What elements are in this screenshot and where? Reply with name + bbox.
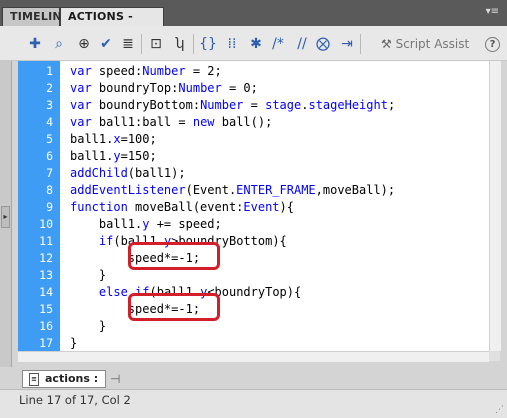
code-text: addEventListener(Event.ENTER_FRAME,moveB… [70,183,396,197]
collapse-selection-icon[interactable]: ⁞⁞ [223,35,241,53]
code-line[interactable]: 12 speed*=-1; [18,250,500,267]
line-number: 8 [46,183,53,197]
pin-script-icon[interactable]: ⊣ [110,372,120,386]
toolbar-divider [360,34,361,54]
line-number: 11 [39,234,53,248]
code-text: addChild(ball1); [70,166,186,180]
script-tab-bar: ≡ actions : 1 ⊣ [0,367,507,401]
code-text: } [70,319,107,333]
tab-timeline[interactable]: TIMELINE [2,7,69,26]
code-text: ball1.y=150; [70,149,157,163]
code-text: } [70,336,78,350]
line-number: 6 [46,149,53,163]
highlight-box-line-12 [128,242,220,270]
line-number: 16 [39,319,53,333]
actions-toolbar: ✚ ⌕ ⊕ ✔ ≣ ⊡ ʮ {} ⁞⁞ ✱ /* // ⨂ ⇥ ⚒ Script… [0,26,507,61]
expand-all-icon[interactable]: ✱ [247,35,265,53]
code-text: ball1.y += speed; [70,217,222,231]
scrollbar-corner [489,351,500,361]
toolbar-divider [141,34,142,54]
show-code-hint-icon[interactable]: ⊡ [147,35,165,53]
check-syntax-icon[interactable]: ✔ [97,35,115,53]
script-assist-button[interactable]: ⚒ Script Assist [381,34,469,54]
code-text: var boundryTop:Number = 0; [70,81,258,95]
code-text: } [70,268,107,282]
line-number: 5 [46,132,53,146]
collapse-between-braces-icon[interactable]: {} [199,35,217,53]
highlight-box-line-15 [128,293,220,321]
panel-tab-strip: TIMELINE ACTIONS - FRAME ▾≡ [0,0,507,41]
debug-options-icon[interactable]: ʮ [171,35,189,53]
script-tab-actions-1[interactable]: ≡ actions : 1 [22,370,106,401]
line-number: 17 [39,336,53,350]
auto-format-icon[interactable]: ≣ [119,35,137,53]
find-icon[interactable]: ⌕ [50,35,68,53]
code-line[interactable]: 15 speed*=-1; [18,301,500,318]
help-icon[interactable]: ? [485,37,500,52]
line-number: 14 [39,285,53,299]
script-assist-wand-icon: ⚒ [381,37,396,51]
code-line[interactable]: 11 if(ball1.y>boundryBottom){ [18,233,500,250]
code-editor[interactable]: 1 var speed:Number = 2; 2 var boundryTop:Nu… [18,61,500,351]
code-text: var ball1:ball = new ball(); [70,115,273,129]
line-number: 7 [46,166,53,180]
code-line[interactable]: 6 ball1.y=150; [18,148,500,165]
line-number: 3 [46,98,53,112]
line-number: 12 [39,251,53,265]
horizontal-scrollbar[interactable] [18,351,489,362]
code-text: var boundryBottom:Number = stage.stageHe… [70,98,396,112]
apply-line-comment-icon[interactable]: // [293,35,311,53]
cursor-position-status: Line 17 of 17, Col 2 [19,393,131,407]
tab-actions-frame[interactable]: ACTIONS - FRAME [60,7,164,41]
code-line[interactable]: 7 addChild(ball1); [18,165,500,182]
code-line[interactable]: 10 ball1.y += speed; [18,216,500,233]
script-document-icon: ≡ [29,373,39,386]
show-hide-toolbox-icon[interactable]: ⇥ [338,35,356,53]
line-number: 4 [46,115,53,129]
code-line[interactable]: 4 var ball1:ball = new ball(); [18,114,500,131]
status-bar: Line 17 of 17, Col 2 ⋰ [0,389,507,418]
code-line[interactable]: 2 var boundryTop:Number = 0; [18,80,500,97]
panel-menu-icon[interactable]: ▾≡ [486,6,499,17]
line-number: 1 [46,64,53,78]
code-line[interactable]: 14 else if(ball1.y<boundryTop){ [18,284,500,301]
collapse-panel-arrow-icon[interactable]: ▸ [1,206,10,228]
vertical-scrollbar[interactable] [489,61,501,351]
line-number: 2 [46,81,53,95]
code-line[interactable]: 5 ball1.x=100; [18,131,500,148]
code-line[interactable]: 17} [18,335,500,351]
code-line[interactable]: 13 } [18,267,500,284]
script-assist-label: Script Assist [395,37,470,51]
code-text: ball1.x=100; [70,132,157,146]
apply-block-comment-icon[interactable]: /* [269,35,287,53]
toolbar-divider [193,34,194,54]
line-number: 15 [39,302,53,316]
resize-grip-icon[interactable]: ⋰ [495,405,504,415]
line-number: 9 [46,200,53,214]
code-line[interactable]: 16 } [18,318,500,335]
remove-comment-icon[interactable]: ⨂ [314,35,332,53]
code-line[interactable]: 9 function moveBall(event:Event){ [18,199,500,216]
code-line[interactable]: 8 addEventListener(Event.ENTER_FRAME,move… [18,182,500,199]
code-text: var speed:Number = 2; [70,64,222,78]
code-line[interactable]: 1 var speed:Number = 2; [18,63,500,80]
line-number: 13 [39,268,53,282]
code-text: function moveBall(event:Event){ [70,200,294,214]
insert-target-path-icon[interactable]: ⊕ [75,35,93,53]
code-line[interactable]: 3 var boundryBottom:Number = stage.stageH… [18,97,500,114]
line-number: 10 [39,217,53,231]
add-script-item-icon[interactable]: ✚ [26,35,44,53]
